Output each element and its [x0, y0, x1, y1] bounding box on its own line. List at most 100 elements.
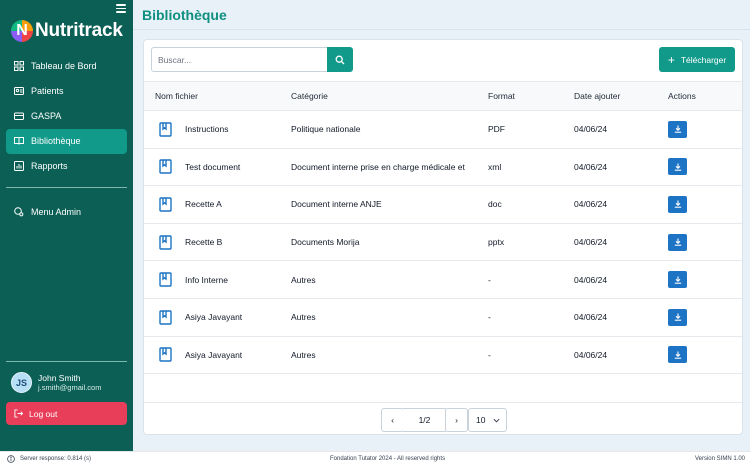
pagination: ‹ 1/2 › 10: [144, 402, 742, 435]
sidebar-item-label: Patients: [31, 85, 64, 96]
table-row[interactable]: Recette B Documents Morija pptx 04/06/24: [144, 224, 742, 262]
download-icon: [674, 351, 681, 359]
column-header-category[interactable]: Catégorie: [280, 91, 477, 101]
download-button[interactable]: [668, 346, 687, 364]
download-button[interactable]: [668, 158, 687, 176]
gaspa-icon: [14, 112, 24, 120]
page-size-select[interactable]: 10: [468, 408, 507, 432]
table-row[interactable]: Instructions Politique nationale PDF 04/…: [144, 111, 742, 149]
files-table: Nom fichier Catégorie Format Date ajoute…: [144, 81, 742, 375]
logout-icon: [14, 409, 23, 418]
sidebar-item-dashboard[interactable]: Tableau de Bord: [6, 53, 127, 78]
column-header-format[interactable]: Format: [477, 91, 563, 101]
table-row[interactable]: Recette A Document interne ANJE doc 04/0…: [144, 186, 742, 224]
table-row[interactable]: Test document Document interne prise en …: [144, 149, 742, 187]
file-name: Test document: [185, 161, 241, 172]
page-title: Bibliothèque: [142, 7, 227, 23]
file-category: Autres: [291, 312, 316, 323]
file-date: 04/06/24: [574, 199, 608, 210]
upload-label: Télécharger: [680, 54, 727, 65]
search-button[interactable]: [327, 47, 353, 72]
table-row[interactable]: Asiya Javayant Autres - 04/06/24: [144, 337, 742, 375]
file-name: Info Interne: [185, 274, 229, 285]
file-name: Asiya Javayant: [185, 349, 243, 360]
book-icon: [159, 197, 172, 212]
library-card: + Télécharger Nom fichier Catégorie Form…: [143, 39, 743, 435]
user-name: John Smith: [38, 372, 81, 383]
file-date: 04/06/24: [574, 237, 608, 248]
sidebar-divider: [6, 187, 127, 188]
book-icon: [159, 234, 172, 250]
plus-icon: +: [667, 52, 675, 67]
library-icon: [14, 137, 24, 145]
sidebar-nav: Tableau de Bord Patients GASPA Bibliothè…: [6, 53, 127, 179]
download-button[interactable]: [668, 233, 687, 251]
logout-button[interactable]: Log out: [6, 402, 127, 425]
file-date: 04/06/24: [574, 274, 608, 285]
user-profile[interactable]: JS John Smith j.smith@gmail.com: [11, 372, 101, 393]
file-format: pptx: [488, 237, 505, 248]
sidebar-item-label: Bibliothèque: [31, 136, 81, 147]
file-category: Documents Morija: [291, 237, 360, 248]
search-icon: [335, 55, 345, 64]
download-icon: [674, 238, 681, 246]
download-button[interactable]: [668, 120, 687, 138]
prev-page-button[interactable]: ‹: [381, 408, 404, 432]
sidebar-item-label: Tableau de Bord: [31, 60, 97, 71]
dashboard-icon: [14, 60, 24, 71]
table-row[interactable]: Asiya Javayant Autres - 04/06/24: [144, 299, 742, 337]
download-button[interactable]: [668, 308, 687, 326]
file-category: Politique nationale: [291, 124, 361, 135]
file-date: 04/06/24: [574, 349, 608, 360]
hamburger-menu-icon[interactable]: [116, 4, 126, 13]
column-header-name[interactable]: Nom fichier: [144, 91, 280, 101]
info-icon: [7, 455, 15, 463]
reports-icon: [14, 161, 24, 172]
download-button[interactable]: [668, 195, 687, 213]
header-divider: [133, 29, 750, 30]
file-category: Autres: [291, 274, 316, 285]
file-name: Asiya Javayant: [185, 312, 243, 323]
file-format: -: [488, 312, 491, 323]
sidebar-item-admin[interactable]: Menu Admin: [6, 199, 127, 224]
logout-label: Log out: [29, 408, 58, 419]
book-icon: [159, 347, 172, 363]
sidebar-item-label: GASPA: [31, 110, 62, 121]
download-icon: [674, 163, 681, 171]
book-icon: [159, 310, 172, 325]
logo-text: Nutritrack: [35, 20, 123, 41]
sidebar-admin-nav: Menu Admin: [6, 199, 127, 224]
sidebar-item-reports[interactable]: Rapports: [6, 154, 127, 179]
footer: Server response: 0.814 (s) Fondation Tut…: [0, 451, 750, 466]
sidebar-item-gaspa[interactable]: GASPA: [6, 103, 127, 128]
download-icon: [674, 125, 681, 134]
sidebar: N Nutritrack Tableau de Bord Patients GA…: [0, 0, 133, 451]
file-format: -: [488, 349, 491, 360]
sidebar-item-library[interactable]: Bibliothèque: [6, 128, 127, 154]
download-button[interactable]: [668, 271, 687, 289]
column-header-actions: Actions: [668, 91, 696, 101]
upload-button[interactable]: + Télécharger: [659, 47, 735, 72]
app-logo[interactable]: N Nutritrack: [11, 20, 123, 42]
table-header: Nom fichier Catégorie Format Date ajoute…: [144, 81, 742, 111]
chevron-down-icon: [493, 418, 500, 423]
download-icon: [674, 200, 681, 209]
file-name: Recette B: [185, 237, 223, 248]
book-icon: [159, 272, 172, 287]
next-page-button[interactable]: ›: [445, 408, 468, 432]
file-date: 04/06/24: [574, 312, 608, 323]
file-format: xml: [488, 161, 502, 172]
avatar: JS: [11, 372, 32, 393]
file-name: Instructions: [185, 124, 229, 135]
file-category: Document interne prise en charge médical…: [291, 161, 465, 172]
download-icon: [674, 313, 681, 322]
column-header-date[interactable]: Date ajouter: [563, 91, 657, 101]
sidebar-item-patients[interactable]: Patients: [6, 78, 127, 103]
search-input[interactable]: [151, 47, 328, 72]
table-row[interactable]: Info Interne Autres - 04/06/24: [144, 261, 742, 299]
page-indicator: 1/2: [403, 408, 446, 432]
admin-icon: [14, 206, 24, 216]
server-response: Server response: 0.814 (s): [20, 456, 92, 462]
sidebar-divider: [6, 361, 127, 362]
book-icon: [159, 122, 172, 137]
